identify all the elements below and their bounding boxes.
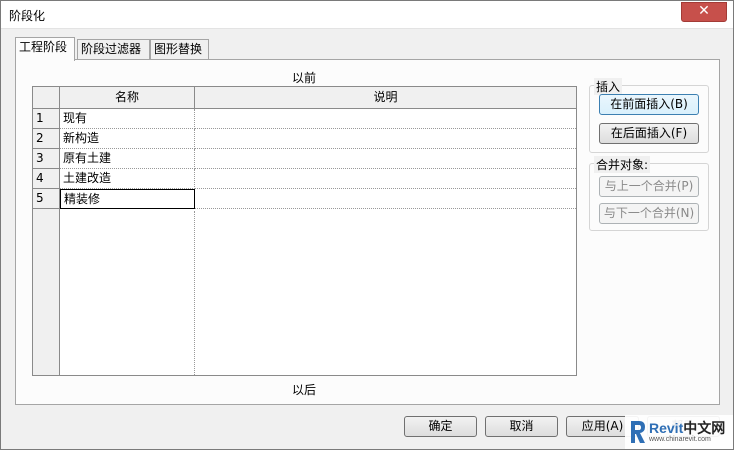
cell-phase-description[interactable] (195, 129, 576, 149)
table-row[interactable]: 3 原有土建 (33, 149, 576, 169)
tab-graphic-overrides[interactable]: 图形替换 (150, 39, 209, 60)
table-row[interactable]: 2 新构造 (33, 129, 576, 149)
watermark-url: www.chinarevit.com (649, 436, 711, 443)
revit-logo-icon (631, 421, 645, 443)
cell-phase-name-selected[interactable]: 精装修 (60, 189, 195, 209)
table-row[interactable]: 4 土建改造 (33, 169, 576, 189)
window-title: 阶段化 (9, 9, 46, 23)
cancel-button[interactable]: 取消 (485, 416, 558, 437)
merge-group-label: 合并对象: (594, 156, 651, 173)
caption-before: 以前 (291, 71, 316, 85)
grid-corner (33, 87, 60, 109)
row-number[interactable]: 5 (33, 189, 60, 209)
cell-phase-name[interactable]: 现有 (60, 109, 195, 129)
column-header-name[interactable]: 名称 (60, 87, 195, 109)
row-number[interactable]: 1 (33, 109, 60, 129)
table-row[interactable]: 5 精装修 (33, 189, 576, 209)
merge-with-next-button[interactable]: 与下一个合并(N) (599, 203, 699, 224)
column-divider (194, 211, 195, 375)
row-number[interactable]: 3 (33, 149, 60, 169)
column-header-description[interactable]: 说明 (195, 87, 576, 109)
row-number[interactable]: 4 (33, 169, 60, 189)
close-icon: ✕ (698, 3, 710, 19)
watermark-brand: Revit中文网 (649, 420, 726, 436)
insert-before-button[interactable]: 在前面插入(B) (599, 94, 699, 115)
watermark: Revit中文网 www.chinarevit.com (625, 415, 733, 449)
cell-phase-name[interactable]: 新构造 (60, 129, 195, 149)
cell-phase-description[interactable] (195, 169, 576, 189)
table-row[interactable]: 1 现有 (33, 109, 576, 129)
phasing-dialog: 阶段化 ✕ 工程阶段 阶段过滤器 图形替换 以前 名称 说明 1 现有 2 新构… (0, 0, 734, 450)
caption-after: 以后 (291, 383, 316, 397)
ok-button[interactable]: 确定 (404, 416, 477, 437)
phases-grid[interactable]: 名称 说明 1 现有 2 新构造 3 原有土建 4 土建改造 5 精装修 (32, 86, 577, 376)
cell-phase-description[interactable] (195, 149, 576, 169)
close-button[interactable]: ✕ (681, 2, 727, 22)
cell-phase-description[interactable] (195, 189, 576, 209)
tab-panel-project-phases: 以前 名称 说明 1 现有 2 新构造 3 原有土建 4 土建改造 5 精装修 … (15, 59, 720, 405)
cell-phase-name[interactable]: 原有土建 (60, 149, 195, 169)
tab-phase-filters[interactable]: 阶段过滤器 (77, 39, 150, 60)
row-number[interactable]: 2 (33, 129, 60, 149)
title-bar[interactable]: 阶段化 ✕ (1, 1, 733, 29)
merge-with-previous-button[interactable]: 与上一个合并(P) (599, 176, 699, 197)
insert-after-button[interactable]: 在后面插入(F) (599, 123, 699, 144)
cell-phase-name[interactable]: 土建改造 (60, 169, 195, 189)
insert-group-label: 插入 (594, 78, 623, 95)
tab-project-phases[interactable]: 工程阶段 (15, 37, 75, 61)
cell-phase-description[interactable] (195, 109, 576, 129)
